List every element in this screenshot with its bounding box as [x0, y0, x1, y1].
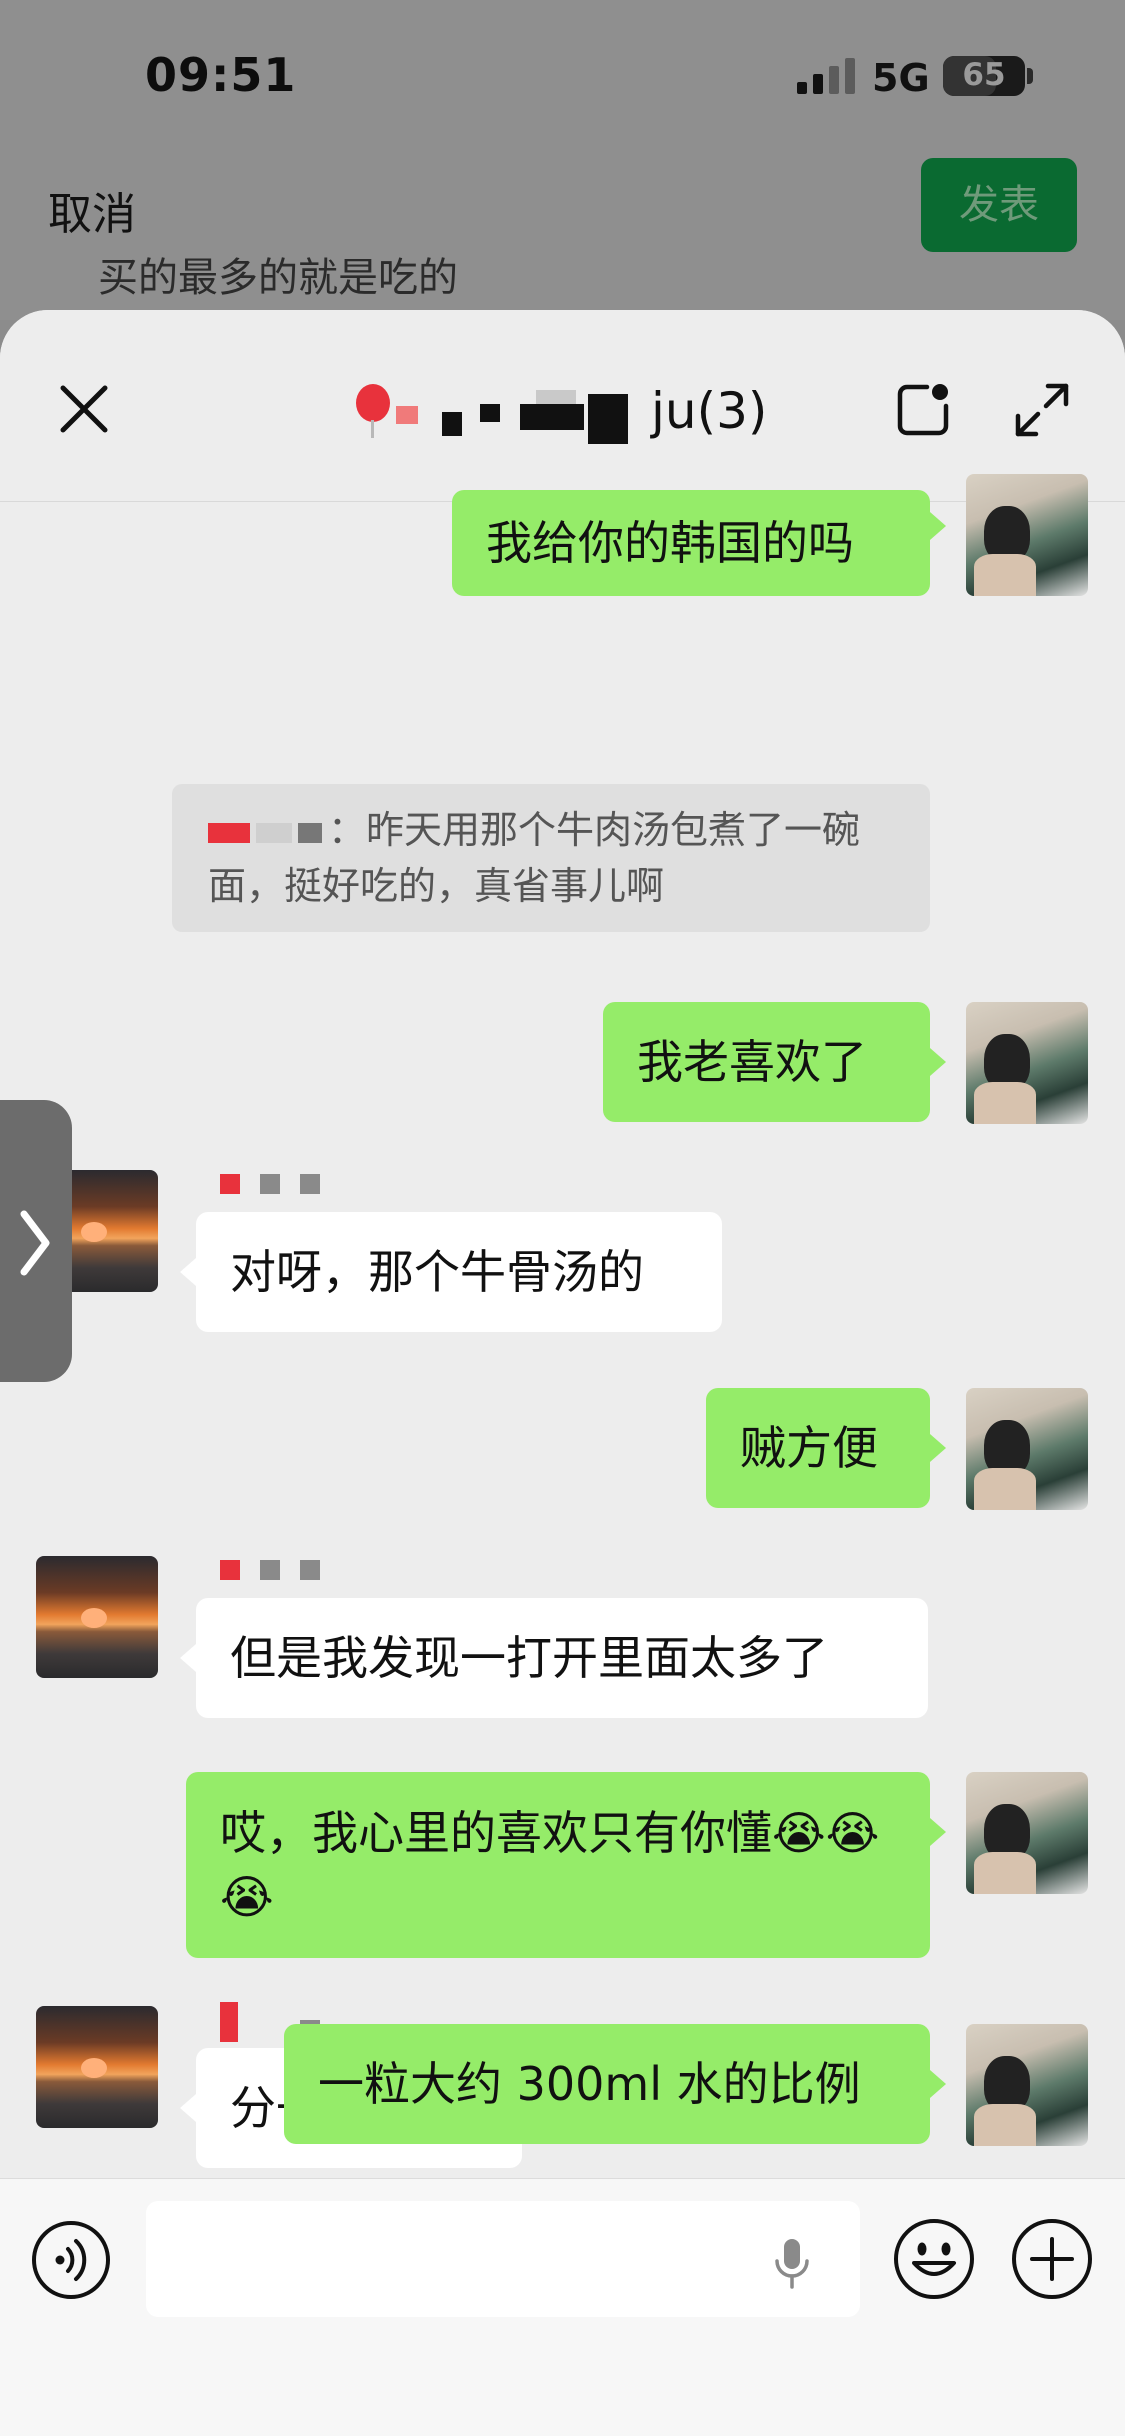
bubble-tail	[180, 1258, 196, 1286]
message-bubble[interactable]: 一粒大约 300ml 水的比例	[284, 2024, 930, 2144]
avatar[interactable]	[966, 1388, 1088, 1510]
signal-icon	[797, 58, 857, 94]
battery-level: 65	[962, 57, 1006, 93]
message-bubble[interactable]: 但是我发现一打开里面太多了	[196, 1598, 928, 1718]
bubble-tail	[930, 1048, 946, 1076]
message-text: 我老喜欢了	[637, 1035, 867, 1089]
chat-sheet: ju(3) 我给你的韩国的吗 ：昨天用那个牛肉汤包煮了一碗面，挺好吃的，真省事儿…	[0, 310, 1125, 2436]
message-text: 一粒大约 300ml 水的比例	[318, 2057, 861, 2111]
balloon-string	[371, 420, 374, 438]
chevron-right-icon	[20, 1210, 50, 1276]
mosaic-block	[480, 404, 500, 422]
message-bubble[interactable]: 对呀，那个牛骨汤的	[196, 1212, 722, 1332]
mosaic-block	[588, 394, 628, 444]
mosaic-block	[208, 822, 250, 843]
mosaic-block	[256, 822, 292, 843]
message-bubble[interactable]: 哎，我心里的喜欢只有你懂😭😭😭	[186, 1772, 930, 1958]
sun-shape	[81, 1222, 107, 1242]
side-collapse-tab[interactable]	[0, 1100, 72, 1382]
quoted-message[interactable]: ：昨天用那个牛肉汤包煮了一碗面，挺好吃的，真省事儿啊	[172, 784, 930, 932]
close-icon[interactable]	[55, 380, 113, 438]
bubble-tail	[930, 1818, 946, 1846]
avatar[interactable]	[966, 474, 1088, 596]
voice-icon[interactable]	[30, 2219, 112, 2301]
message-input[interactable]	[146, 2201, 860, 2317]
avatar[interactable]	[36, 1556, 158, 1678]
message-text: 对呀，那个牛骨汤的	[230, 1245, 644, 1299]
bubble-tail	[180, 1644, 196, 1672]
message-bubble[interactable]: 我给你的韩国的吗	[452, 490, 930, 596]
message-text: 贼方便	[740, 1421, 878, 1475]
sun-shape	[81, 1608, 107, 1628]
avatar[interactable]	[966, 1002, 1088, 1124]
mosaic-block	[536, 390, 576, 404]
avatar[interactable]	[36, 2006, 158, 2128]
chat-title-text: ju(3)	[651, 382, 768, 440]
message-bubble[interactable]: 我老喜欢了	[603, 1002, 930, 1122]
bubble-tail	[930, 1434, 946, 1462]
draft-text: 买的最多的就是吃的	[98, 255, 458, 301]
network-type: 5G	[872, 56, 930, 100]
expand-icon[interactable]	[1012, 380, 1072, 440]
battery-cap	[1027, 68, 1033, 84]
message-text: 哎，我心里的喜欢只有你懂😭😭😭	[220, 1806, 880, 1924]
bubble-tail	[930, 2070, 946, 2098]
sender-name	[220, 2002, 320, 2042]
status-bar: 09:51 5G 65	[0, 0, 1125, 150]
publish-button[interactable]: 发表	[921, 158, 1077, 252]
balloon-icon	[356, 384, 390, 422]
status-time: 09:51	[145, 48, 297, 102]
emoji-icon[interactable]	[892, 2217, 976, 2301]
message-text: 但是我发现一打开里面太多了	[230, 1631, 828, 1685]
input-bar	[0, 2178, 1125, 2436]
battery-icon: 65	[943, 56, 1025, 96]
sender-name	[220, 1174, 340, 1198]
mosaic-block	[298, 822, 322, 843]
message-bubble[interactable]: 贼方便	[706, 1388, 930, 1508]
avatar[interactable]	[966, 2024, 1088, 2146]
note-icon[interactable]	[895, 382, 951, 438]
chat-header: ju(3)	[0, 310, 1125, 502]
bubble-tail	[180, 2094, 196, 2122]
mosaic-block	[396, 406, 418, 424]
sun-shape	[81, 2058, 107, 2078]
avatar[interactable]	[966, 1772, 1088, 1894]
message-text: 我给你的韩国的吗	[486, 516, 854, 570]
message-list[interactable]: 我给你的韩国的吗 ：昨天用那个牛肉汤包煮了一碗面，挺好吃的，真省事儿啊 我老喜欢…	[0, 474, 1125, 2172]
bubble-tail	[930, 512, 946, 540]
mic-icon[interactable]	[772, 2235, 812, 2291]
sender-name	[220, 1560, 340, 1584]
cancel-button[interactable]: 取消	[48, 178, 136, 242]
mosaic-block	[520, 404, 584, 430]
mosaic-block	[442, 412, 462, 436]
plus-icon[interactable]	[1010, 2217, 1094, 2301]
